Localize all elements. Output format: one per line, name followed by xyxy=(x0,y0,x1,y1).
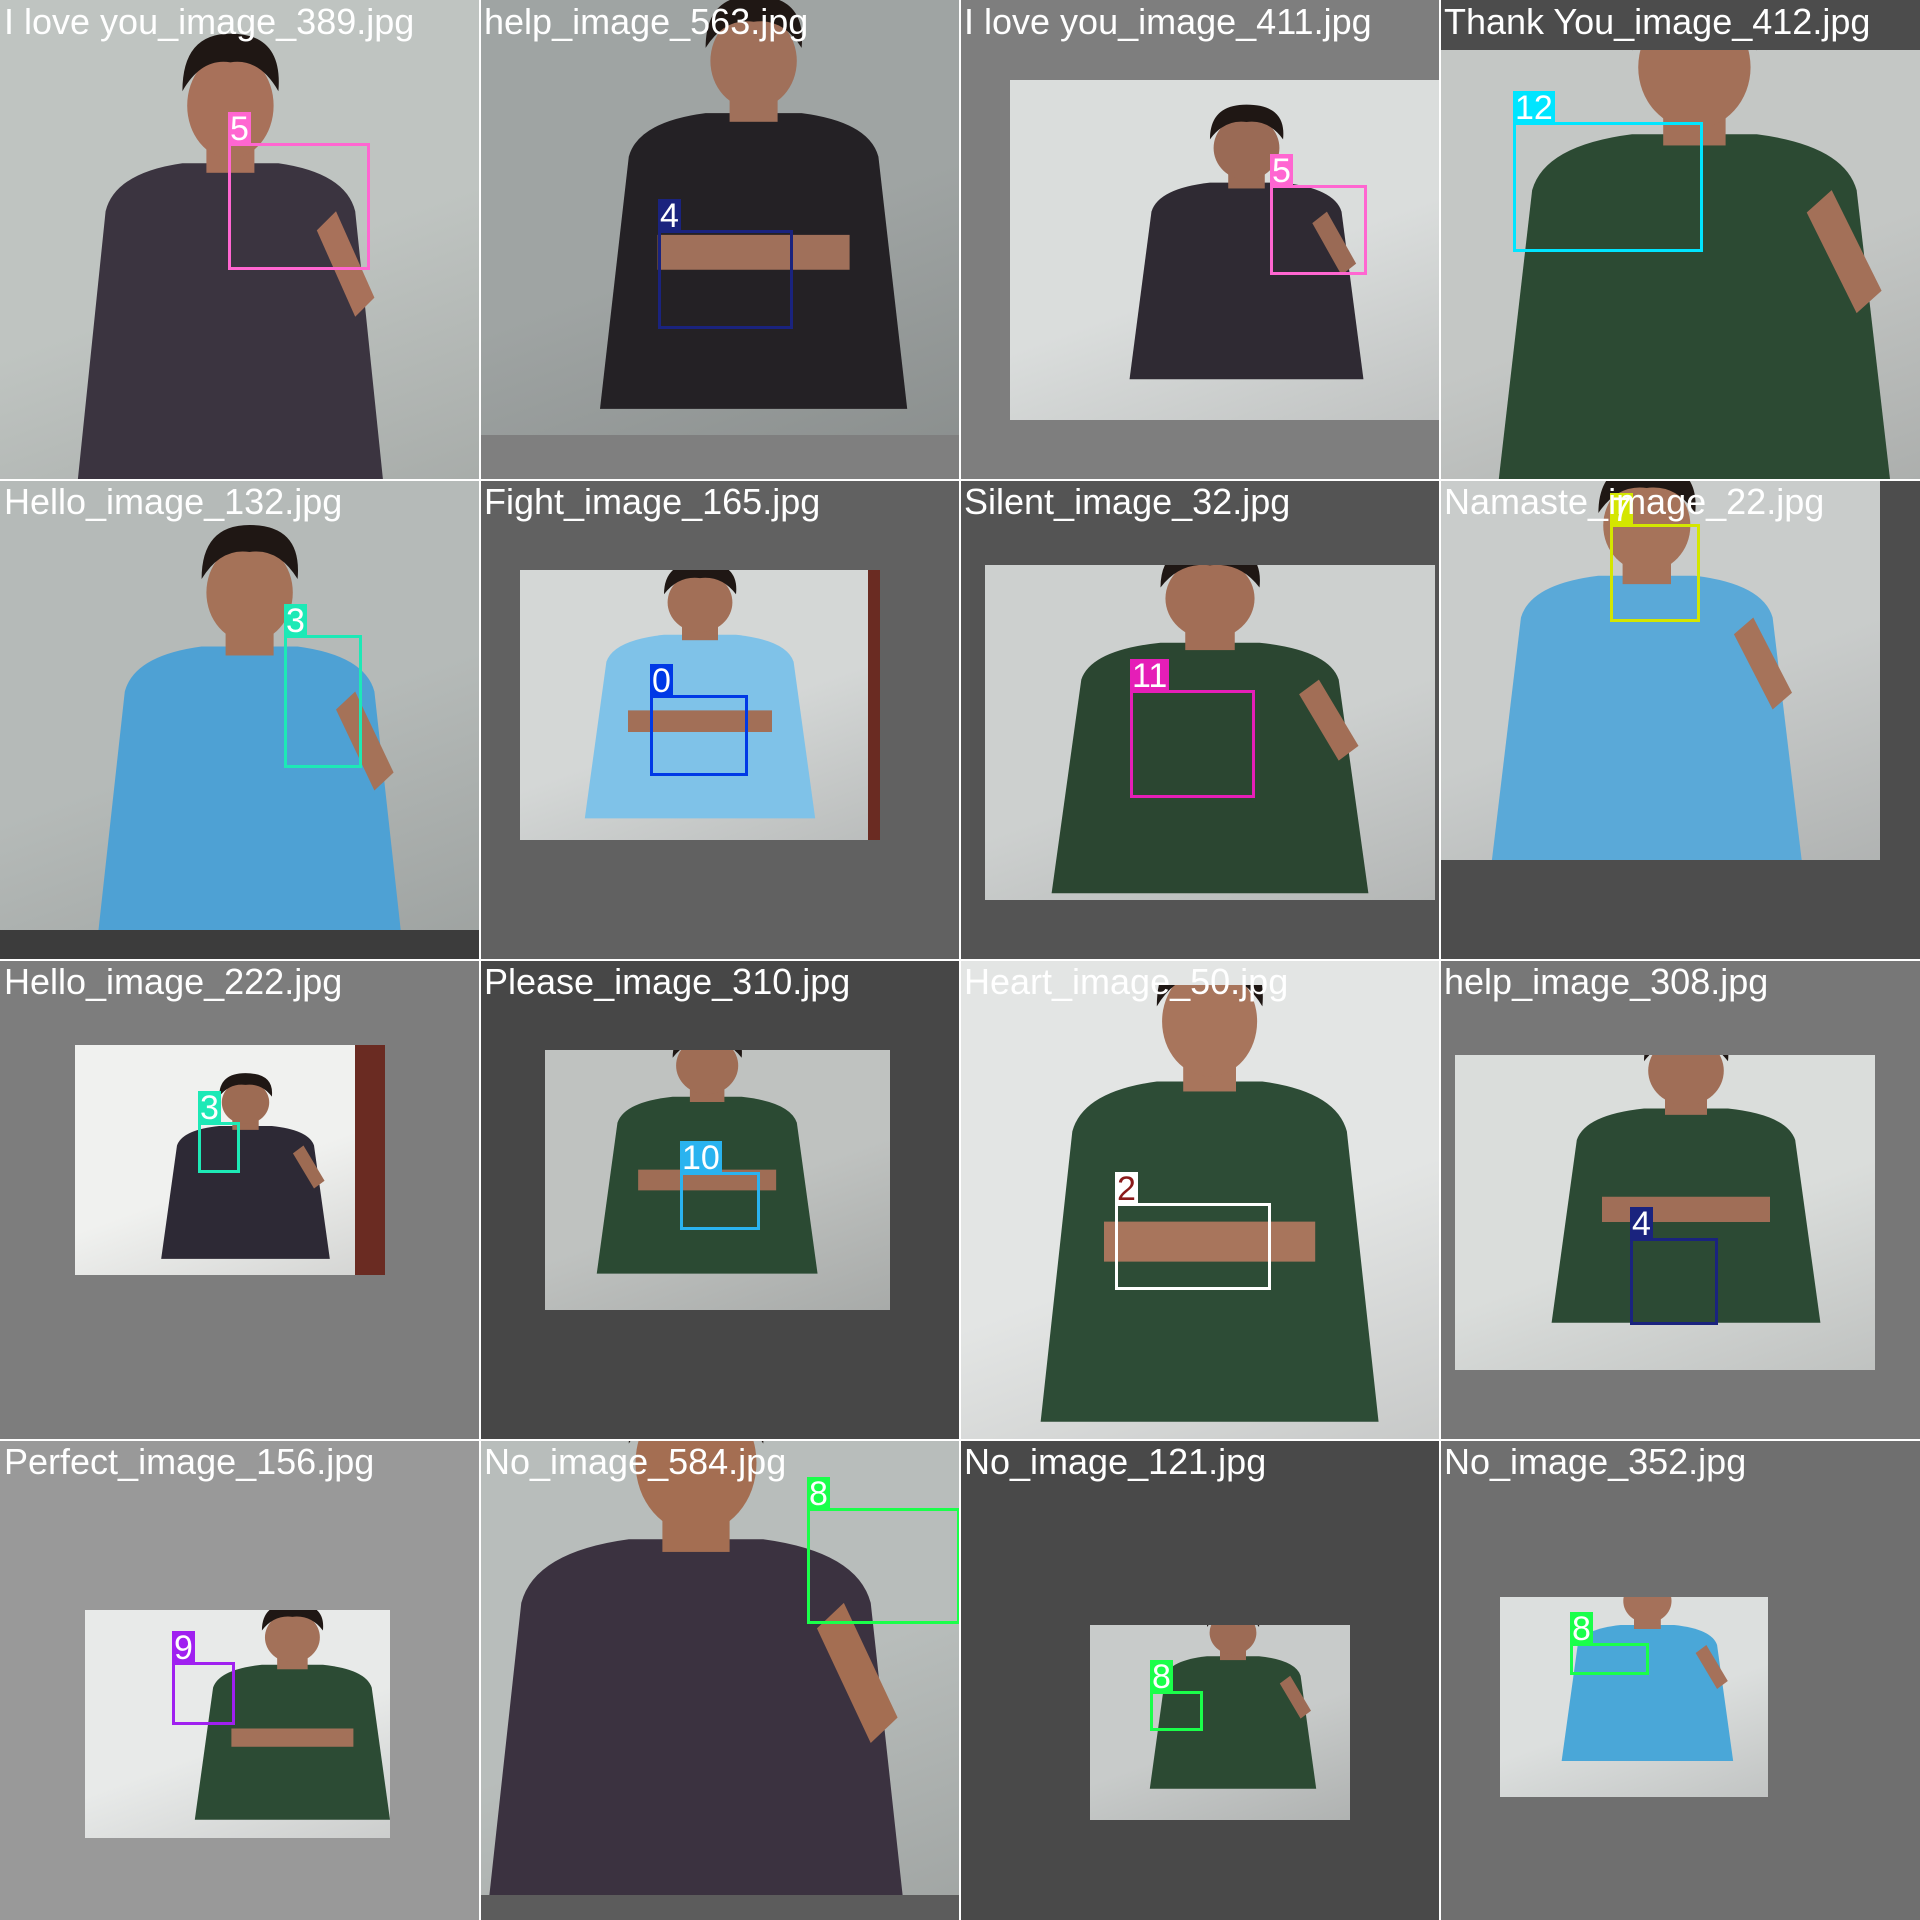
image-filename: Heart_image_50.jpg xyxy=(964,961,1289,1002)
image-tile: Heart_image_50.jpg 2 xyxy=(960,960,1440,1440)
image-tile: Please_image_310.jpg 10 xyxy=(480,960,960,1440)
image-filename: Thank You_image_412.jpg xyxy=(1444,1,1871,42)
image-filename: Perfect_image_156.jpg xyxy=(4,1441,375,1482)
photo xyxy=(1500,1597,1768,1797)
image-filename: No_image_121.jpg xyxy=(964,1441,1267,1482)
person-face xyxy=(1165,565,1255,640)
detection-grid: I love you_image_389.jpg 5 help_image_563.… xyxy=(0,0,1920,1920)
class-id-tag: 9 xyxy=(172,1629,195,1667)
person-arm xyxy=(1602,1196,1770,1222)
detection-box: 4 xyxy=(1630,1207,1718,1325)
detection-box: 0 xyxy=(650,664,748,776)
photo xyxy=(85,1610,390,1838)
image-tile: No_image_121.jpg 8 xyxy=(960,1440,1440,1920)
detection-box: 5 xyxy=(1270,154,1367,275)
person-face xyxy=(1638,50,1751,129)
detection-box: 8 xyxy=(1150,1660,1203,1731)
class-id-tag: 11 xyxy=(1130,657,1170,695)
photo xyxy=(1440,50,1920,480)
detection-box: 11 xyxy=(1130,659,1255,798)
class-id-tag: 4 xyxy=(658,197,681,235)
person-figure xyxy=(194,1610,390,1820)
person-face xyxy=(1209,1625,1257,1655)
image-filename: I love you_image_389.jpg xyxy=(4,1,415,42)
class-id-tag: 12 xyxy=(1513,89,1555,127)
detection-box: 8 xyxy=(1570,1612,1649,1675)
photo xyxy=(480,0,960,435)
image-tile: Thank You_image_412.jpg 12 xyxy=(1440,0,1920,480)
class-id-tag: 0 xyxy=(650,662,673,700)
person-figure xyxy=(98,525,401,930)
person-figure xyxy=(1149,1625,1317,1789)
person-figure xyxy=(600,0,908,409)
person-arm xyxy=(231,1728,354,1747)
image-tile: Hello_image_222.jpg 3 xyxy=(0,960,480,1440)
person-face xyxy=(1623,1597,1672,1623)
person-figure xyxy=(1129,104,1364,380)
image-tile: help_image_308.jpg 4 xyxy=(1440,960,1920,1440)
image-filename: Hello_image_132.jpg xyxy=(4,481,343,522)
class-id-tag: 2 xyxy=(1115,1170,1138,1208)
image-filename: No_image_584.jpg xyxy=(484,1441,787,1482)
image-filename: Please_image_310.jpg xyxy=(484,961,851,1002)
detection-box: 10 xyxy=(680,1141,760,1230)
detection-box: 5 xyxy=(228,112,370,270)
class-id-tag: 5 xyxy=(228,110,251,148)
detection-box: 7 xyxy=(1610,493,1700,622)
class-id-tag: 8 xyxy=(807,1475,830,1513)
image-tile: Hello_image_132.jpg 3 xyxy=(0,480,480,960)
image-tile: Namaste_image_22.jpg 7 xyxy=(1440,480,1920,960)
image-tile: I love you_image_389.jpg 5 xyxy=(0,0,480,480)
detection-box: 12 xyxy=(1513,91,1703,252)
person-face xyxy=(1648,1055,1724,1106)
photo xyxy=(1010,80,1440,420)
tile-separator xyxy=(0,959,1920,961)
person-figure xyxy=(1561,1597,1734,1761)
class-id-tag: 8 xyxy=(1570,1610,1593,1648)
image-tile: help_image_563.jpg 4 xyxy=(480,0,960,480)
image-tile: I love you_image_411.jpg 5 xyxy=(960,0,1440,480)
person-figure xyxy=(1498,50,1891,480)
person-face xyxy=(676,1050,739,1095)
class-id-tag: 3 xyxy=(198,1089,221,1127)
class-id-tag: 4 xyxy=(1630,1205,1653,1243)
image-tile: No_image_352.jpg 8 xyxy=(1440,1440,1920,1920)
image-tile: No_image_584.jpg 8 xyxy=(480,1440,960,1920)
image-tile: Silent_image_32.jpg 11 xyxy=(960,480,1440,960)
class-id-tag: 5 xyxy=(1270,152,1293,190)
image-filename: Silent_image_32.jpg xyxy=(964,481,1291,522)
photo xyxy=(1090,1625,1350,1820)
image-filename: help_image_563.jpg xyxy=(484,1,809,42)
detection-box: 9 xyxy=(172,1631,235,1725)
detection-box: 8 xyxy=(807,1477,960,1624)
tile-separator xyxy=(1439,0,1441,1920)
image-tile: Fight_image_165.jpg 0 xyxy=(480,480,960,960)
detection-box: 4 xyxy=(658,199,793,329)
class-id-tag: 3 xyxy=(284,602,307,640)
class-id-tag: 10 xyxy=(680,1139,722,1177)
class-id-tag: 8 xyxy=(1150,1658,1173,1696)
image-filename: Namaste_image_22.jpg xyxy=(1444,481,1825,522)
tile-separator xyxy=(0,1439,1920,1441)
image-filename: help_image_308.jpg xyxy=(1444,961,1769,1002)
image-filename: I love you_image_411.jpg xyxy=(964,1,1372,42)
detection-box: 3 xyxy=(198,1091,240,1173)
detection-box: 3 xyxy=(284,604,362,768)
detection-box: 2 xyxy=(1115,1172,1271,1290)
image-filename: Fight_image_165.jpg xyxy=(484,481,821,522)
image-filename: Hello_image_222.jpg xyxy=(4,961,343,1002)
image-filename: No_image_352.jpg xyxy=(1444,1441,1747,1482)
person-shirt xyxy=(161,1125,330,1259)
image-tile: Perfect_image_156.jpg 9 xyxy=(0,1440,480,1920)
photo xyxy=(0,480,480,930)
